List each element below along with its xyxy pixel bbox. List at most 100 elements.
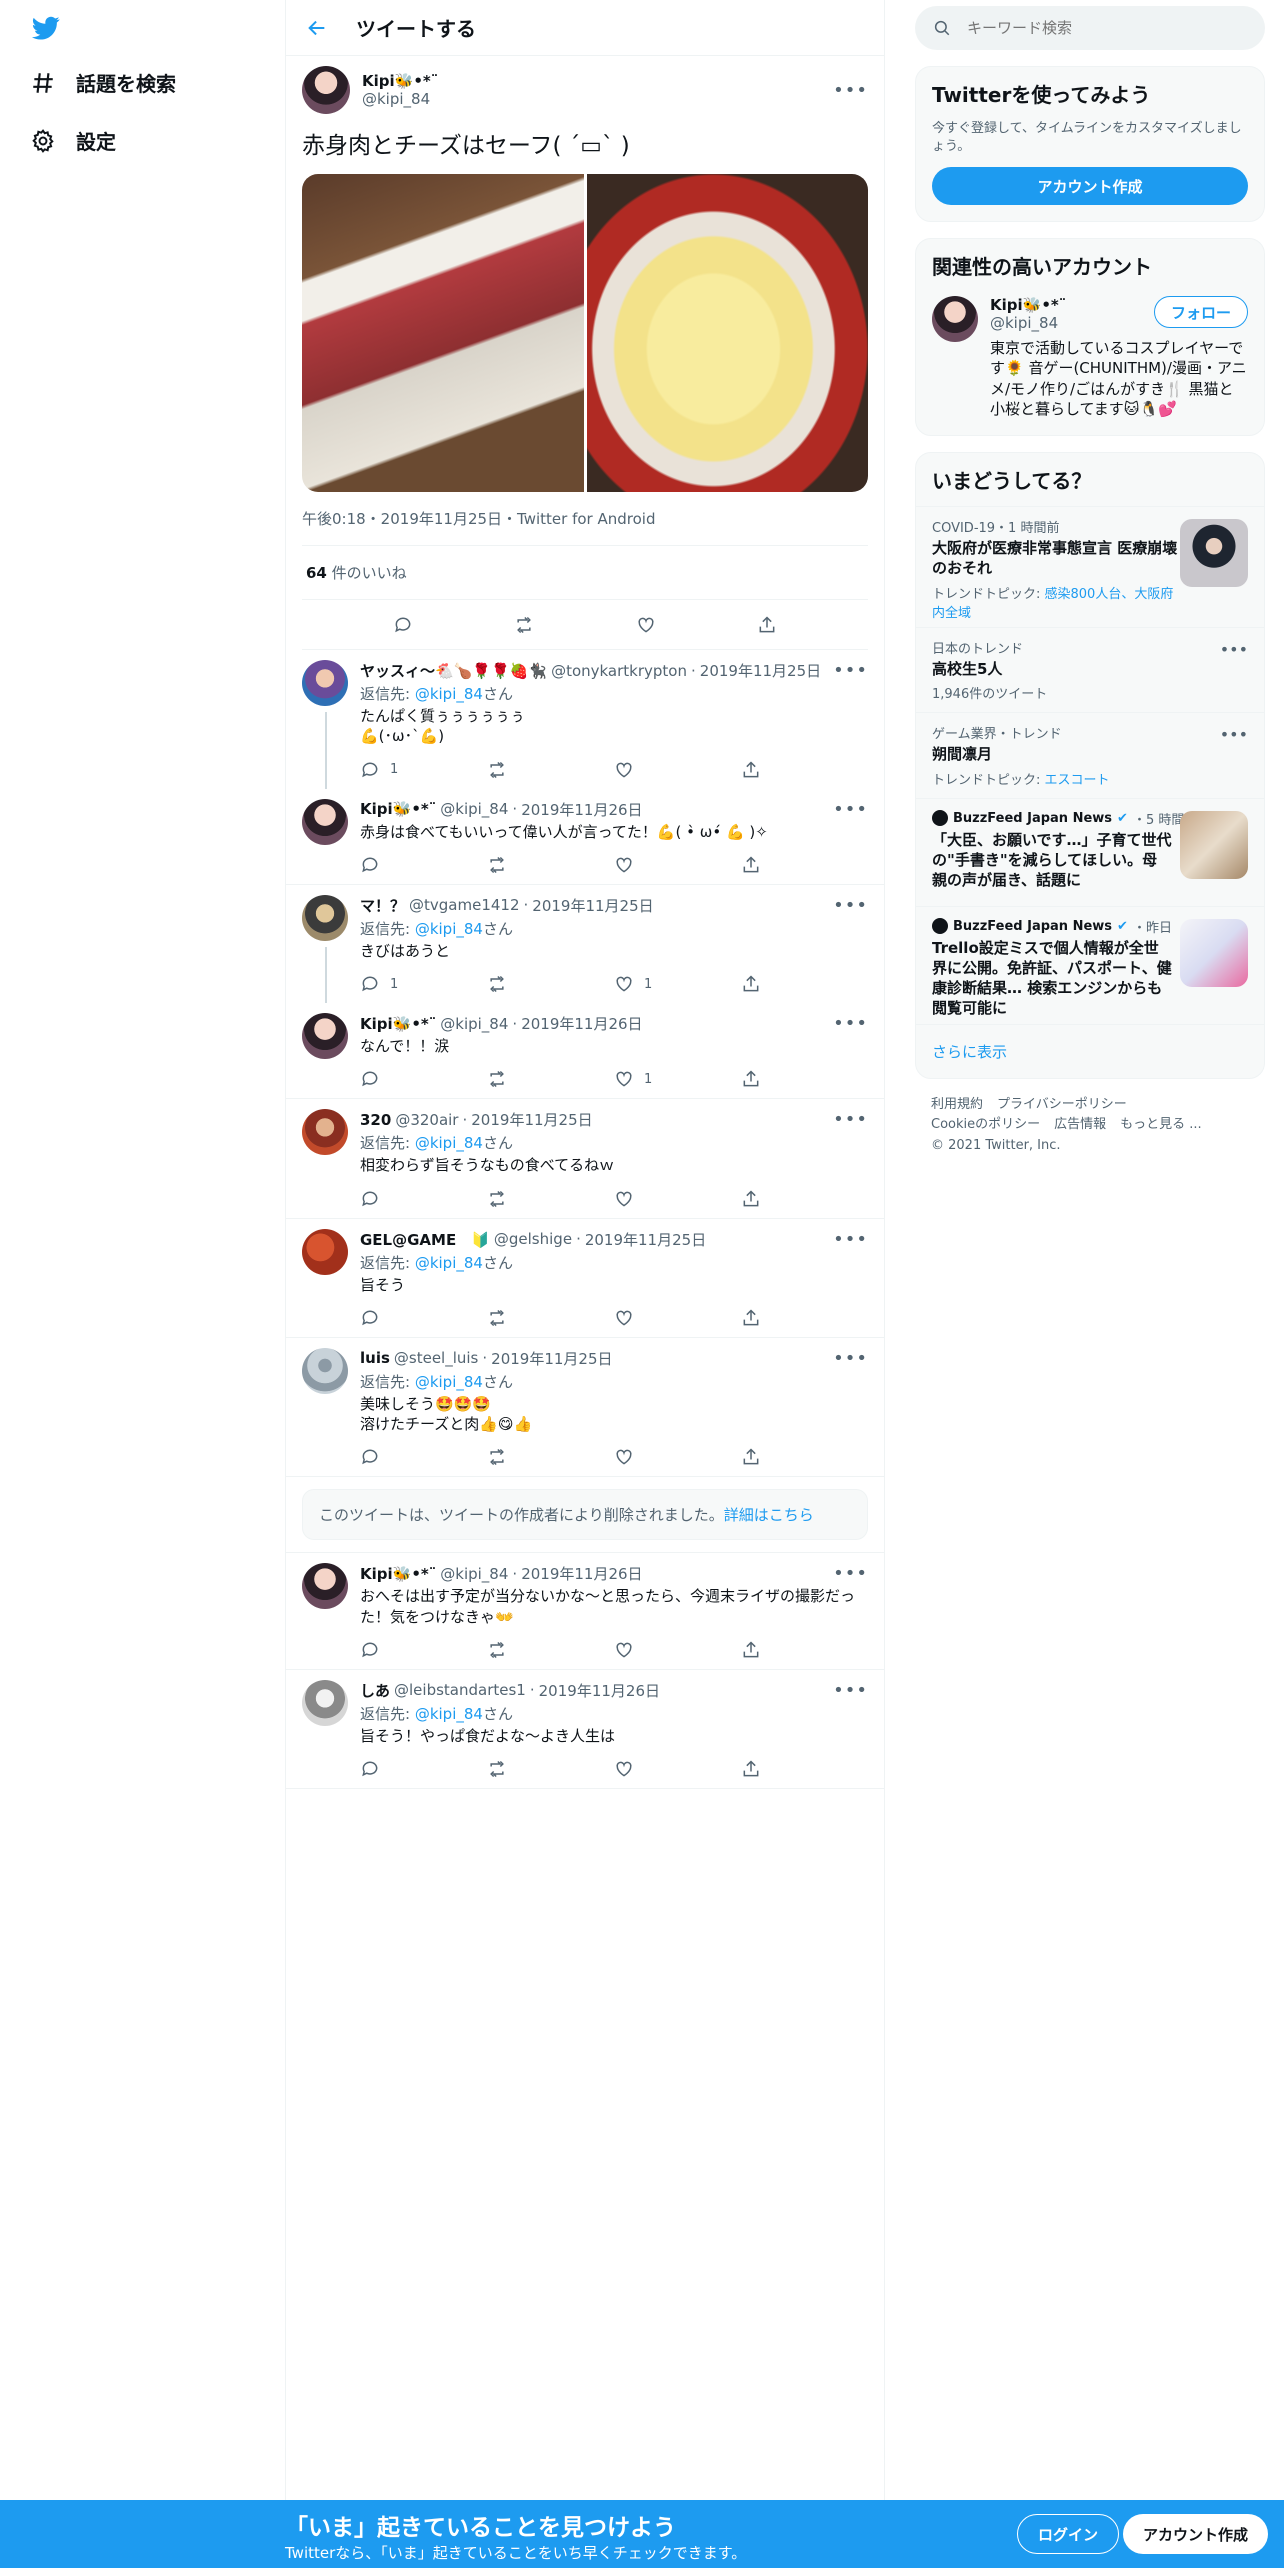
trend-item[interactable]: ゲーム業界・トレンド 朔間凛月 トレンドトピック: エスコート ••• (916, 712, 1264, 797)
reply-mention[interactable]: @kipi_84 (415, 685, 483, 703)
search-box[interactable] (915, 6, 1265, 50)
photo-cheese-fondue[interactable] (586, 174, 868, 493)
more-options-icon[interactable]: ••• (833, 660, 868, 681)
retweet-icon[interactable] (487, 1447, 507, 1467)
reply-tweet[interactable]: ヤッスィ～🐔🍗🌹🌹🍓🐈‍⬛ @tonykartkrypton · 2019年11… (286, 650, 884, 789)
create-account-button[interactable]: アカウント作成 (932, 167, 1248, 206)
reply-author-handle[interactable]: @kipi_84 (440, 800, 508, 818)
reply-tweet[interactable]: 320 @320air · 2019年11月25日 ••• 返信先: @kipi… (286, 1099, 884, 1217)
footer-more[interactable]: もっと見る ... (1120, 1117, 1202, 1132)
reply-author-name[interactable]: Kipi🐝•*¨ (360, 1015, 436, 1033)
retweet-icon[interactable] (487, 1069, 507, 1089)
related-name[interactable]: Kipi🐝•*¨ (990, 296, 1066, 314)
reply-icon[interactable] (360, 1640, 380, 1660)
reply-icon[interactable] (360, 1759, 380, 1779)
avatar[interactable] (302, 66, 350, 114)
share-icon[interactable] (741, 855, 761, 875)
share-icon[interactable] (741, 1447, 761, 1467)
like-icon[interactable] (614, 1189, 634, 1209)
reply-icon[interactable] (360, 1069, 380, 1089)
reply-tweet[interactable]: Kipi🐝•*¨ @kipi_84 · 2019年11月26日 ••• おへそは… (286, 1553, 884, 1669)
reply-mention[interactable]: @kipi_84 (415, 1134, 483, 1152)
reply-tweet[interactable]: GEL@GAME 🔰 @gelshige · 2019年11月25日 ••• 返… (286, 1219, 884, 1337)
retweet-icon[interactable] (487, 760, 507, 780)
show-more-link[interactable]: さらに表示 (916, 1023, 1264, 1078)
reply-date[interactable]: 2019年11月25日 (532, 895, 653, 916)
reply-mention[interactable]: @kipi_84 (415, 1705, 483, 1723)
news-item[interactable]: BuzzFeed Japan News ✔ ・昨日 Trello設定ミスで個人情… (916, 905, 1264, 1024)
reply-author-handle[interactable]: @gelshige (494, 1230, 572, 1248)
reply-author-handle[interactable]: @320air (395, 1111, 458, 1129)
avatar[interactable] (302, 660, 348, 707)
retweet-icon[interactable] (487, 1640, 507, 1660)
footer-privacy[interactable]: プライバシーポリシー (997, 1097, 1127, 1112)
reply-date[interactable]: 2019年11月26日 (521, 1563, 642, 1584)
more-options-icon[interactable]: ••• (833, 1229, 868, 1250)
details-link[interactable]: 詳細はこちら (724, 1506, 814, 1524)
like-icon[interactable] (614, 1447, 634, 1467)
reply-author-handle[interactable]: @steel_luis (394, 1349, 478, 1367)
like-icon[interactable] (636, 615, 656, 635)
reply-tweet[interactable]: luis @steel_luis · 2019年11月25日 ••• 返信先: … (286, 1338, 884, 1477)
share-icon[interactable] (741, 1759, 761, 1779)
related-account[interactable]: Kipi🐝•*¨ @kipi_84 フォロー 東京で活動しているコスプレイヤーで… (916, 292, 1264, 435)
reply-author-name[interactable]: しあ (360, 1680, 390, 1701)
retweet-icon[interactable] (487, 1308, 507, 1328)
signup-button[interactable]: アカウント作成 (1123, 2514, 1269, 2554)
avatar[interactable] (302, 1013, 348, 1060)
reply-icon[interactable] (360, 1308, 380, 1328)
reply-author-name[interactable]: GEL@GAME 🔰 (360, 1229, 490, 1250)
nav-settings[interactable]: 設定 (30, 126, 116, 155)
share-icon[interactable] (757, 615, 777, 635)
reply-author-name[interactable]: Kipi🐝•*¨ (360, 1565, 436, 1583)
reply-author-handle[interactable]: @tonykartkrypton (551, 662, 687, 680)
reply-tweet[interactable]: Kipi🐝•*¨ @kipi_84 · 2019年11月26日 ••• なんで！… (286, 1003, 884, 1098)
reply-author-handle[interactable]: @tvgame1412 (409, 896, 520, 914)
like-icon[interactable] (614, 974, 634, 994)
avatar[interactable] (302, 1109, 348, 1156)
share-icon[interactable] (741, 1640, 761, 1660)
follow-button[interactable]: フォロー (1153, 296, 1248, 329)
avatar[interactable] (302, 798, 348, 845)
footer-ads[interactable]: 広告情報 (1054, 1117, 1106, 1132)
search-input[interactable] (967, 19, 1217, 37)
more-options-icon[interactable]: ••• (833, 895, 868, 916)
reply-icon[interactable] (360, 1447, 380, 1467)
reply-mention[interactable]: @kipi_84 (415, 920, 483, 938)
like-icon[interactable] (614, 1640, 634, 1660)
more-options-icon[interactable]: ••• (833, 80, 868, 101)
share-icon[interactable] (741, 974, 761, 994)
reply-tweet[interactable]: マ！？ @tvgame1412 · 2019年11月25日 ••• 返信先: @… (286, 885, 884, 1004)
like-icon[interactable] (614, 1759, 634, 1779)
more-options-icon[interactable]: ••• (1220, 725, 1248, 744)
reply-icon[interactable] (393, 615, 413, 635)
reply-tweet[interactable]: Kipi🐝•*¨ @kipi_84 · 2019年11月26日 ••• 赤身は食… (286, 789, 884, 884)
reply-author-handle[interactable]: @leibstandartes1 (394, 1681, 526, 1699)
reply-date[interactable]: 2019年11月26日 (521, 1013, 642, 1034)
reply-author-name[interactable]: マ！？ (360, 895, 405, 916)
retweet-icon[interactable] (514, 615, 534, 635)
trend-item[interactable]: 日本のトレンド 高校生5人 1,946件のツイート ••• (916, 627, 1264, 712)
more-options-icon[interactable]: ••• (1220, 640, 1248, 659)
reply-author-handle[interactable]: @kipi_84 (440, 1565, 508, 1583)
twitter-logo-icon[interactable] (30, 14, 62, 42)
avatar[interactable] (302, 1679, 348, 1726)
share-icon[interactable] (741, 760, 761, 780)
share-icon[interactable] (741, 1069, 761, 1089)
trend-item[interactable]: COVID-19・1 時間前 大阪府が医療非常事態宣言 医療崩壊のおそれ トレン… (916, 506, 1264, 627)
avatar[interactable] (302, 1563, 348, 1610)
like-icon[interactable] (614, 1069, 634, 1089)
reply-mention[interactable]: @kipi_84 (415, 1373, 483, 1391)
like-icon[interactable] (614, 855, 634, 875)
footer-terms[interactable]: 利用規約 (931, 1097, 983, 1112)
retweet-icon[interactable] (487, 855, 507, 875)
reply-author-name[interactable]: Kipi🐝•*¨ (360, 800, 436, 818)
reply-icon[interactable] (360, 855, 380, 875)
retweet-icon[interactable] (487, 1189, 507, 1209)
reply-tweet[interactable]: しあ @leibstandartes1 · 2019年11月26日 ••• 返信… (286, 1670, 884, 1788)
author-name[interactable]: Kipi🐝•*¨ (362, 72, 438, 90)
reply-date[interactable]: 2019年11月25日 (700, 660, 821, 681)
reply-icon[interactable] (360, 1189, 380, 1209)
back-arrow-icon[interactable] (306, 17, 328, 39)
more-options-icon[interactable]: ••• (833, 1680, 868, 1701)
